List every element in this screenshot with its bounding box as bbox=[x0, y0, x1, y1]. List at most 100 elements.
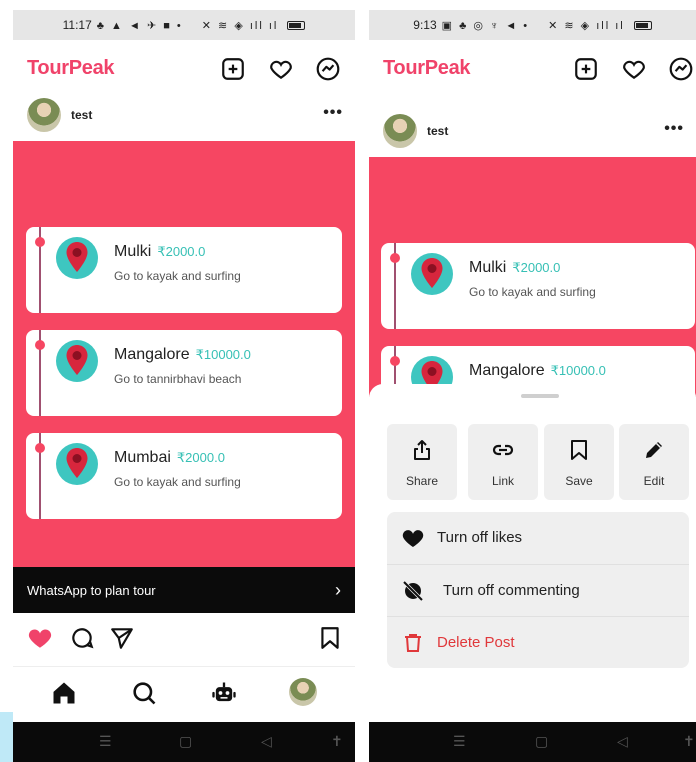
back-icon[interactable]: ◁ bbox=[617, 733, 628, 750]
battery-icon bbox=[633, 20, 652, 30]
send-icon[interactable] bbox=[109, 625, 135, 651]
status-time: 9:13 bbox=[413, 18, 437, 32]
whatsapp-label: WhatsApp to plan tour bbox=[27, 583, 156, 598]
itinerary-place: Mulki ₹2000.0 bbox=[469, 259, 560, 277]
trash-icon bbox=[405, 634, 421, 652]
place-name: Mulki bbox=[469, 259, 507, 276]
timeline-dot bbox=[35, 340, 45, 350]
location-pin-icon bbox=[56, 237, 98, 279]
messenger-icon[interactable] bbox=[668, 56, 694, 82]
avatar[interactable] bbox=[383, 114, 417, 148]
itinerary-place: Mangalore ₹10000.0 bbox=[114, 346, 251, 364]
timeline-dot bbox=[390, 253, 400, 263]
like-heart-filled-icon[interactable] bbox=[27, 625, 53, 651]
share-label: Share bbox=[405, 474, 439, 488]
status-notification-icons: ▣ ♣ ◎ ♆ ◄ • bbox=[441, 19, 530, 32]
home-button-icon[interactable]: ▢ bbox=[179, 733, 192, 750]
messenger-icon[interactable] bbox=[315, 56, 341, 82]
place-price: ₹2000.0 bbox=[157, 244, 206, 259]
chevron-right-icon: › bbox=[335, 580, 341, 600]
status-system-icons: ✕ ≋ ◈ ıll ıl bbox=[548, 19, 625, 32]
system-navigation-bar: ☰ ▢ ◁ ✝ bbox=[369, 722, 696, 762]
itinerary-description: Go to tannirbhavi beach bbox=[114, 372, 242, 386]
status-bar: 9:13 ▣ ♣ ◎ ♆ ◄ • ✕ ≋ ◈ ıll ıl bbox=[369, 10, 696, 40]
home-button-icon[interactable]: ▢ bbox=[535, 733, 548, 750]
save-button[interactable]: Save bbox=[544, 424, 614, 500]
profile-avatar[interactable] bbox=[289, 678, 317, 706]
home-icon[interactable] bbox=[50, 679, 78, 707]
itinerary-place: Mangalore ₹10000.0 bbox=[469, 362, 606, 380]
heart-icon[interactable] bbox=[268, 56, 294, 82]
app-logo: TourPeak bbox=[27, 57, 115, 79]
add-post-icon[interactable] bbox=[573, 56, 599, 82]
place-price: ₹2000.0 bbox=[512, 260, 561, 275]
system-navigation-bar: ☰ ▢ ◁ ✝ bbox=[13, 722, 355, 762]
post-options-bottom-sheet: Share Link Save Edit Turn off likes Turn… bbox=[369, 384, 696, 722]
app-logo: TourPeak bbox=[383, 57, 471, 79]
timeline-dot bbox=[35, 443, 45, 453]
recent-apps-icon[interactable]: ☰ bbox=[99, 733, 112, 750]
edit-button[interactable]: Edit bbox=[619, 424, 689, 500]
place-price: ₹10000.0 bbox=[195, 347, 251, 362]
post-content: Mulki ₹2000.0 Go to kayak and surfing Man… bbox=[13, 141, 355, 567]
timeline-dot bbox=[390, 356, 400, 366]
location-pin-icon bbox=[411, 253, 453, 295]
timeline-dot bbox=[35, 237, 45, 247]
accessibility-icon[interactable]: ✝ bbox=[683, 733, 695, 750]
place-price: ₹10000.0 bbox=[550, 363, 606, 378]
robot-icon[interactable] bbox=[210, 679, 238, 707]
itinerary-card[interactable]: Mangalore ₹10000.0 Go to tannirbhavi beac… bbox=[26, 330, 342, 416]
heart-icon[interactable] bbox=[621, 56, 647, 82]
turn-off-likes-item[interactable]: Turn off likes bbox=[387, 512, 689, 564]
status-system-icons: ✕ ≋ ◈ ıll ıl bbox=[201, 19, 279, 32]
add-post-icon[interactable] bbox=[220, 56, 246, 82]
delete-post-item[interactable]: Delete Post bbox=[387, 616, 689, 668]
place-name: Mangalore bbox=[469, 362, 545, 379]
itinerary-description: Go to kayak and surfing bbox=[114, 475, 241, 489]
post-username[interactable]: test bbox=[427, 124, 448, 138]
right-phone-screen: 9:13 ▣ ♣ ◎ ♆ ◄ • ✕ ≋ ◈ ıll ıl TourPeak t… bbox=[369, 10, 696, 762]
heart-filled-icon bbox=[402, 530, 424, 547]
avatar[interactable] bbox=[27, 98, 61, 132]
itinerary-description: Go to kayak and surfing bbox=[469, 285, 596, 299]
post-actions bbox=[13, 619, 355, 659]
sheet-drag-handle[interactable] bbox=[521, 394, 559, 398]
status-notification-icons: ♣ ▲ ◄ ✈ ■ • bbox=[96, 19, 183, 32]
recent-apps-icon[interactable]: ☰ bbox=[453, 733, 466, 750]
post-header: test ••• bbox=[369, 114, 696, 154]
itinerary-card[interactable]: Mumbai ₹2000.0 Go to kayak and surfing bbox=[26, 433, 342, 519]
delete-post-label: Delete Post bbox=[437, 634, 515, 651]
left-phone-screen: 11:17 ♣ ▲ ◄ ✈ ■ • ✕ ≋ ◈ ıll ıl TourPeak … bbox=[13, 10, 355, 762]
place-name: Mumbai bbox=[114, 449, 171, 466]
accessibility-icon[interactable]: ✝ bbox=[331, 733, 343, 750]
share-button[interactable]: Share bbox=[387, 424, 457, 500]
battery-icon bbox=[287, 20, 306, 30]
more-options-icon[interactable]: ••• bbox=[664, 120, 684, 138]
itinerary-card[interactable]: Mulki ₹2000.0 Go to kayak and surfing bbox=[381, 243, 695, 329]
save-label: Save bbox=[565, 474, 593, 488]
post-content: Mulki ₹2000.0 Go to kayak and surfing Man… bbox=[369, 157, 696, 432]
screenshot-canvas: 11:17 ♣ ▲ ◄ ✈ ■ • ✕ ≋ ◈ ıll ıl TourPeak … bbox=[0, 0, 696, 762]
more-options-icon[interactable]: ••• bbox=[323, 104, 343, 122]
itinerary-place: Mulki ₹2000.0 bbox=[114, 243, 205, 261]
edge-accent bbox=[0, 712, 14, 762]
comment-icon[interactable] bbox=[69, 625, 95, 651]
itinerary-description: Go to kayak and surfing bbox=[114, 269, 241, 283]
post-username[interactable]: test bbox=[71, 108, 92, 122]
itinerary-card[interactable]: Mulki ₹2000.0 Go to kayak and surfing bbox=[26, 227, 342, 313]
back-icon[interactable]: ◁ bbox=[261, 733, 272, 750]
bottom-navigation bbox=[13, 666, 355, 716]
link-button[interactable]: Link bbox=[468, 424, 538, 500]
location-pin-icon bbox=[56, 340, 98, 382]
comment-off-icon bbox=[402, 580, 424, 602]
place-name: Mangalore bbox=[114, 346, 190, 363]
status-bar: 11:17 ♣ ▲ ◄ ✈ ■ • ✕ ≋ ◈ ıll ıl bbox=[13, 10, 355, 40]
bookmark-icon[interactable] bbox=[317, 625, 343, 651]
post-options-menu: Turn off likes Turn off commenting Delet… bbox=[387, 512, 689, 668]
whatsapp-plan-tour-button[interactable]: WhatsApp to plan tour › bbox=[13, 567, 355, 613]
search-icon[interactable] bbox=[130, 679, 158, 707]
place-name: Mulki bbox=[114, 243, 152, 260]
turn-off-commenting-item[interactable]: Turn off commenting bbox=[387, 564, 689, 616]
turn-off-likes-label: Turn off likes bbox=[437, 529, 523, 546]
link-label: Link bbox=[491, 474, 514, 488]
